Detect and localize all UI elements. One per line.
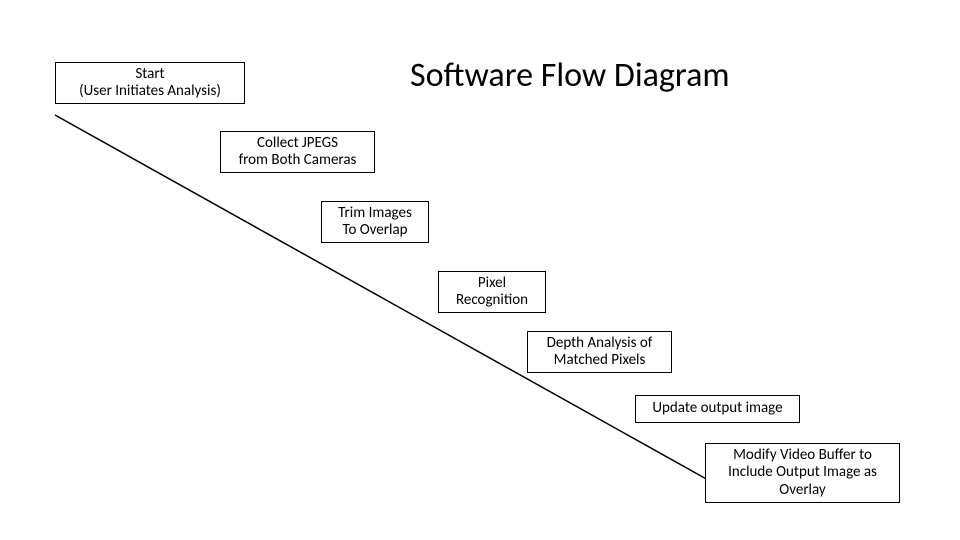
step-pixel: Pixel Recognition [438,271,546,313]
step-modify-line1: Modify Video Buffer to [733,447,872,464]
step-collect: Collect JPEGS from Both Cameras [220,131,375,173]
step-modify: Modify Video Buffer to Include Output Im… [705,443,900,503]
step-depth-line2: Matched Pixels [554,352,646,369]
diagram-canvas: Software Flow Diagram Start (User Initia… [0,0,960,540]
step-depth: Depth Analysis of Matched Pixels [527,331,672,373]
step-pixel-line2: Recognition [456,292,528,309]
step-modify-line3: Overlay [779,482,825,499]
step-start: Start (User Initiates Analysis) [55,62,245,104]
step-collect-line1: Collect JPEGS [257,135,338,152]
step-update-line1: Update output image [652,400,782,417]
step-update: Update output image [635,395,800,423]
step-modify-line2: Include Output Image as [728,464,877,481]
step-pixel-line1: Pixel [478,275,506,292]
step-trim: Trim Images To Overlap [321,201,429,243]
step-collect-line2: from Both Cameras [239,152,357,169]
step-start-line2: (User Initiates Analysis) [79,83,221,100]
step-depth-line1: Depth Analysis of [547,335,653,352]
step-trim-line2: To Overlap [342,222,407,239]
diagram-title: Software Flow Diagram [410,55,730,96]
step-start-line1: Start [135,66,164,83]
step-trim-line1: Trim Images [338,205,412,222]
